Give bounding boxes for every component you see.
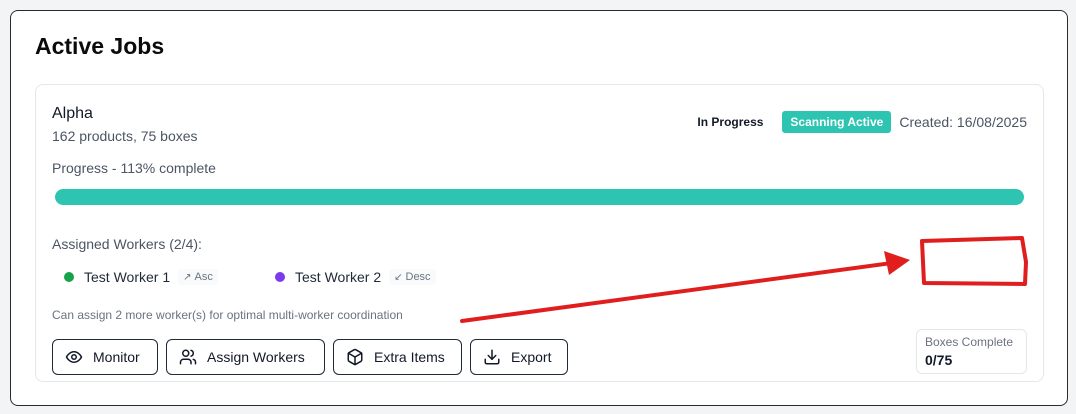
worker-name: Test Worker 1 [84,269,171,285]
users-icon [179,348,197,366]
assign-workers-button[interactable]: Assign Workers [166,339,325,375]
assignment-hint: Can assign 2 more worker(s) for optimal … [52,308,403,322]
job-name: Alpha [52,105,93,122]
worker-status-dot [64,272,74,282]
status-row: In Progress Scanning Active Created: 16/… [687,111,1027,133]
extra-items-button[interactable]: Extra Items [333,339,462,375]
boxes-complete-label: Boxes Complete [925,335,1014,349]
active-jobs-panel: Active Jobs Alpha 162 products, 75 boxes… [10,10,1068,406]
arrow-up-right-icon: ↗ [183,271,192,283]
section-title: Active Jobs [35,33,165,59]
export-button[interactable]: Export [470,339,568,375]
monitor-label: Monitor [93,349,140,365]
download-icon [483,348,501,366]
extra-items-label: Extra Items [374,349,445,365]
workers-label: Assigned Workers (2/4): [52,236,202,252]
boxes-complete-value: 0/75 [925,352,953,368]
export-label: Export [511,349,552,365]
eye-icon [65,348,83,366]
sort-label: Asc [194,271,213,283]
worker-name: Test Worker 2 [295,269,382,285]
sort-label: Desc [405,271,431,283]
sort-chip[interactable]: ↙ Desc [389,269,436,285]
worker-item: Test Worker 2 ↙ Desc [275,269,436,285]
worker-status-dot [275,272,285,282]
assign-workers-label: Assign Workers [207,349,305,365]
worker-item: Test Worker 1 ↗ Asc [64,269,218,285]
created-date: Created: 16/08/2025 [899,114,1027,130]
job-card: Alpha 162 products, 75 boxes In Progress… [35,84,1044,382]
arrow-down-right-icon: ↙ [394,271,403,283]
progress-label: Progress - 113% complete [52,160,216,176]
job-summary: 162 products, 75 boxes [52,128,198,144]
scanning-badge: Scanning Active [782,111,892,133]
monitor-button[interactable]: Monitor [52,339,158,375]
package-icon [346,348,364,366]
boxes-complete-card: Boxes Complete 0/75 [916,329,1027,374]
status-text: In Progress [697,115,764,129]
sort-chip[interactable]: ↗ Asc [178,269,218,285]
progress-fill [55,189,1024,205]
progress-bar [55,189,1024,205]
